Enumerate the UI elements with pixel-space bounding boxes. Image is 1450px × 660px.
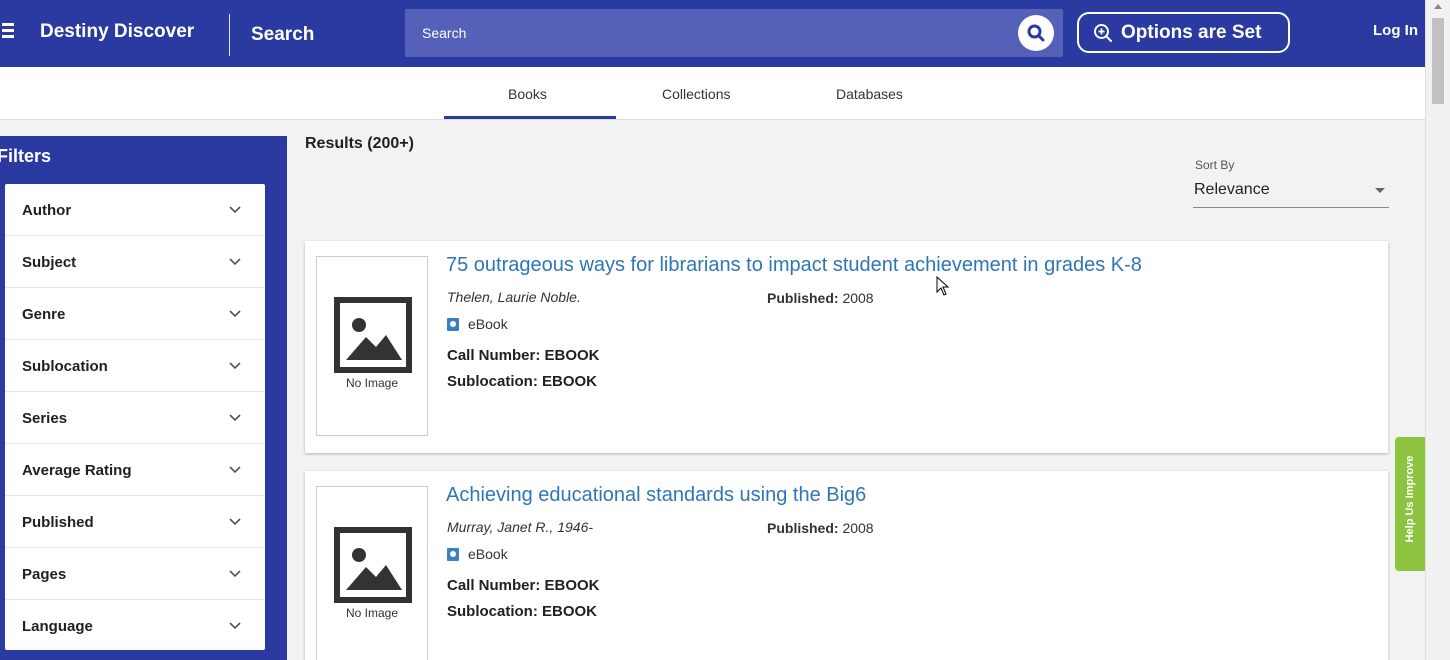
- filter-label: Author: [22, 202, 72, 219]
- filter-average-rating[interactable]: Average Rating: [5, 444, 265, 496]
- filters-sidebar: Filters Author Subject Genre Sublocation…: [0, 136, 287, 660]
- chevron-down-icon: [229, 414, 241, 422]
- book-cover-placeholder[interactable]: No Image: [316, 486, 428, 660]
- result-call-number: Call Number: EBOOK: [447, 577, 600, 594]
- filter-pages[interactable]: Pages: [5, 548, 265, 600]
- chevron-down-icon: [229, 310, 241, 318]
- filter-language[interactable]: Language: [5, 600, 265, 652]
- result-sublocation: Sublocation: EBOOK: [447, 373, 597, 390]
- result-call-number: Call Number: EBOOK: [447, 347, 600, 364]
- format-label: eBook: [468, 316, 508, 332]
- active-tab-indicator: [444, 116, 616, 119]
- scroll-thumb[interactable]: [1432, 18, 1444, 104]
- results-count: Results (200+): [305, 135, 414, 152]
- image-placeholder-icon: [334, 527, 412, 603]
- result-author[interactable]: Thelen, Laurie Noble.: [447, 289, 581, 305]
- help-us-improve-label: Help Us Improve: [1404, 455, 1416, 543]
- format-label: eBook: [468, 546, 508, 562]
- filter-label: Pages: [22, 566, 67, 583]
- options-label: Options are Set: [1121, 21, 1262, 43]
- filter-label: Published: [22, 514, 94, 531]
- filters-panel: Author Subject Genre Sublocation Series …: [5, 184, 265, 650]
- caret-down-icon: [1375, 188, 1385, 193]
- chevron-down-icon: [229, 622, 241, 630]
- result-title-link[interactable]: 75 outrageous ways for librarians to imp…: [446, 254, 1142, 277]
- tab-databases[interactable]: Databases: [836, 86, 903, 102]
- result-format: eBook: [447, 316, 508, 332]
- filter-label: Sublocation: [22, 358, 108, 375]
- page-scrollbar[interactable]: [1425, 0, 1450, 660]
- filter-genre[interactable]: Genre: [5, 288, 265, 340]
- top-header: Destiny Discover Search Options are Set …: [0, 0, 1425, 67]
- filter-series[interactable]: Series: [5, 392, 265, 444]
- chevron-down-icon: [229, 206, 241, 214]
- result-sublocation: Sublocation: EBOOK: [447, 603, 597, 620]
- header-divider: [229, 14, 230, 56]
- no-image-label: No Image: [345, 376, 399, 390]
- mouse-cursor-icon: [936, 276, 950, 296]
- chevron-down-icon: [229, 362, 241, 370]
- scroll-up-arrow-icon[interactable]: [1434, 4, 1442, 9]
- chevron-down-icon: [229, 570, 241, 578]
- book-cover-placeholder[interactable]: No Image: [316, 256, 428, 436]
- options-button[interactable]: Options are Set: [1077, 12, 1290, 53]
- chevron-down-icon: [229, 466, 241, 474]
- result-card: No Image 75 outrageous ways for libraria…: [305, 241, 1388, 453]
- filter-label: Series: [22, 410, 68, 427]
- filter-author[interactable]: Author: [5, 184, 265, 236]
- filter-published[interactable]: Published: [5, 496, 265, 548]
- result-card: No Image Achieving educational standards…: [305, 471, 1388, 660]
- published-year: 2008: [842, 520, 874, 536]
- tab-bar: Books Collections Databases: [0, 67, 1425, 120]
- result-author[interactable]: Murray, Janet R., 1946-: [447, 519, 593, 535]
- result-published: Published: 2008: [767, 520, 874, 536]
- chevron-down-icon: [229, 258, 241, 266]
- sort-by-select[interactable]: Relevance: [1193, 176, 1389, 208]
- image-placeholder-icon: [334, 297, 412, 373]
- ebook-icon: [447, 317, 459, 331]
- sort-by-value: Relevance: [1194, 181, 1270, 198]
- search-input[interactable]: [405, 9, 1005, 57]
- menu-icon[interactable]: [2, 20, 16, 44]
- published-year: 2008: [842, 290, 874, 306]
- chevron-down-icon: [229, 518, 241, 526]
- filter-sublocation[interactable]: Sublocation: [5, 340, 265, 392]
- result-format: eBook: [447, 546, 508, 562]
- app-title[interactable]: Destiny Discover: [40, 21, 194, 43]
- result-published: Published: 2008: [767, 290, 874, 306]
- sort-by-label: Sort By: [1195, 158, 1235, 172]
- published-label: Published:: [767, 290, 839, 306]
- filter-subject[interactable]: Subject: [5, 236, 265, 288]
- filter-label: Genre: [22, 306, 66, 323]
- login-link[interactable]: Log In: [1373, 22, 1418, 39]
- help-us-improve-tab[interactable]: Help Us Improve: [1395, 437, 1425, 571]
- published-label: Published:: [767, 520, 839, 536]
- ebook-icon: [447, 547, 459, 561]
- no-image-label: No Image: [345, 606, 399, 620]
- tab-collections[interactable]: Collections: [662, 86, 730, 102]
- filter-label: Average Rating: [22, 462, 132, 479]
- search-button[interactable]: [1018, 15, 1054, 51]
- search-box: [405, 9, 1063, 57]
- nav-search-label[interactable]: Search: [251, 24, 314, 46]
- filter-label: Language: [22, 618, 93, 635]
- tab-books[interactable]: Books: [508, 86, 547, 102]
- zoom-in-icon: [1094, 23, 1112, 42]
- filters-title: Filters: [0, 146, 52, 166]
- result-title-link[interactable]: Achieving educational standards using th…: [446, 484, 866, 507]
- filter-label: Subject: [22, 254, 77, 271]
- search-icon: [1027, 24, 1045, 42]
